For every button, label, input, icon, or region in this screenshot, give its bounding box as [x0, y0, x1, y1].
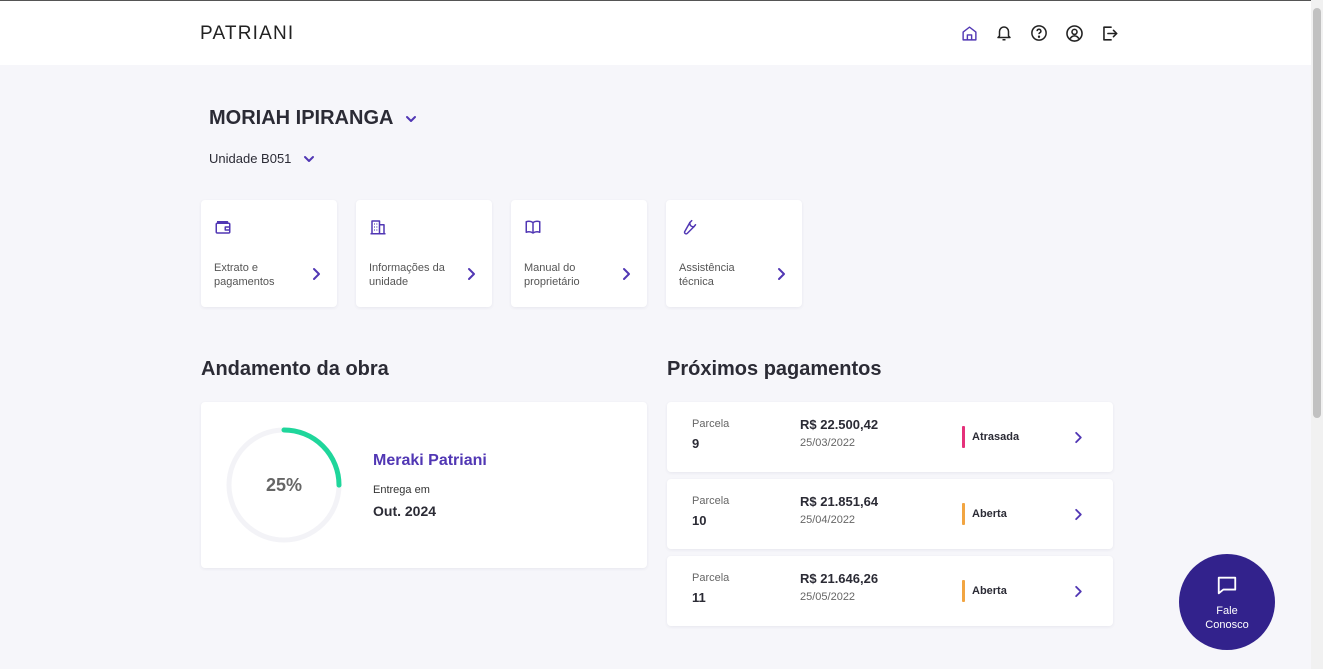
- chevron-right-icon: [778, 268, 785, 280]
- quick-link-extrato[interactable]: Extrato e pagamentos: [201, 200, 337, 307]
- book-icon: [525, 220, 541, 234]
- status-indicator: [962, 503, 965, 525]
- wallet-icon: [215, 221, 231, 234]
- project-title: MORIAH IPIRANGA: [209, 107, 394, 129]
- chevron-right-icon: [313, 268, 320, 280]
- quick-link-manual[interactable]: Manual do proprietário: [511, 200, 647, 307]
- installment-number: 9: [692, 436, 700, 451]
- project-name: Meraki Patriani: [373, 452, 487, 469]
- payment-row[interactable]: Parcela 10 R$ 21.851,64 25/04/2022 Abert…: [667, 479, 1113, 549]
- user-icon[interactable]: [1063, 22, 1085, 44]
- chat-icon: [1217, 576, 1237, 595]
- payment-date: 25/05/2022: [800, 591, 856, 603]
- contact-line-1: Fale: [1216, 605, 1238, 617]
- project-selector[interactable]: MORIAH IPIRANGA: [209, 107, 417, 130]
- quick-link-label: Extrato e pagamentos: [214, 262, 275, 288]
- installment-label: Parcela: [692, 572, 730, 584]
- status-indicator: [962, 426, 965, 448]
- chevron-right-icon: [1075, 508, 1082, 521]
- chevron-right-icon: [1075, 431, 1082, 444]
- installment-number: 10: [692, 513, 707, 528]
- payment-amount: R$ 21.646,26: [800, 571, 879, 586]
- help-icon[interactable]: [1028, 22, 1050, 44]
- payment-amount: R$ 22.500,42: [800, 417, 879, 432]
- quick-link-label: Manual do proprietário: [524, 262, 580, 288]
- status-badge: Aberta: [972, 508, 1007, 520]
- scrollbar-thumb[interactable]: [1313, 8, 1321, 418]
- contact-button-label: Fale Conosco: [1179, 604, 1275, 632]
- payments-list: Parcela 9 R$ 22.500,42 25/03/2022 Atrasa…: [667, 402, 1113, 633]
- unit-label: Unidade B051: [209, 151, 292, 166]
- status-badge: Atrasada: [972, 431, 1020, 443]
- payment-row[interactable]: Parcela 9 R$ 22.500,42 25/03/2022 Atrasa…: [667, 402, 1113, 472]
- contact-button[interactable]: Fale Conosco: [1179, 554, 1275, 650]
- payment-date: 25/04/2022: [800, 514, 856, 526]
- home-icon[interactable]: [958, 22, 980, 44]
- progress-card: 25% Meraki Patriani Entrega em Out. 2024: [201, 402, 647, 568]
- chevron-down-icon: [406, 115, 417, 122]
- progress-section-title: Andamento da obra: [201, 358, 389, 380]
- quick-link-informacoes[interactable]: Informações da unidade: [356, 200, 492, 307]
- chevron-right-icon: [623, 268, 630, 280]
- progress-percent: 25%: [265, 474, 303, 495]
- chevron-right-icon: [1075, 585, 1082, 598]
- unit-selector[interactable]: Unidade B051: [209, 151, 315, 166]
- top-icon-bar: [958, 22, 1120, 44]
- installment-number: 11: [692, 590, 706, 605]
- installment-label: Parcela: [692, 495, 730, 507]
- contact-line-2: Conosco: [1205, 619, 1249, 631]
- delivery-date: Out. 2024: [373, 503, 437, 519]
- payments-section-title: Próximos pagamentos: [667, 358, 882, 380]
- building-icon: [370, 220, 386, 235]
- top-bar: PATRIANI: [0, 0, 1311, 65]
- payment-date: 25/03/2022: [800, 437, 856, 449]
- installment-label: Parcela: [692, 418, 730, 430]
- quick-links: Extrato e pagamentos Informações da unid…: [201, 200, 802, 307]
- quick-link-assistencia[interactable]: Assistência técnica: [666, 200, 802, 307]
- bell-icon[interactable]: [993, 22, 1015, 44]
- wrench-icon: [683, 219, 697, 235]
- page-scrollbar[interactable]: [1311, 0, 1323, 669]
- logo[interactable]: PATRIANI: [200, 23, 294, 45]
- chevron-down-icon: [304, 155, 315, 162]
- logout-icon[interactable]: [1098, 22, 1120, 44]
- payment-amount: R$ 21.851,64: [800, 494, 879, 509]
- payment-row[interactable]: Parcela 11 R$ 21.646,26 25/05/2022 Abert…: [667, 556, 1113, 626]
- status-indicator: [962, 580, 965, 602]
- quick-link-label: Informações da unidade: [369, 262, 445, 288]
- status-badge: Aberta: [972, 585, 1007, 597]
- quick-link-label: Assistência técnica: [679, 262, 735, 288]
- delivery-label: Entrega em: [373, 484, 430, 496]
- chevron-right-icon: [468, 268, 475, 280]
